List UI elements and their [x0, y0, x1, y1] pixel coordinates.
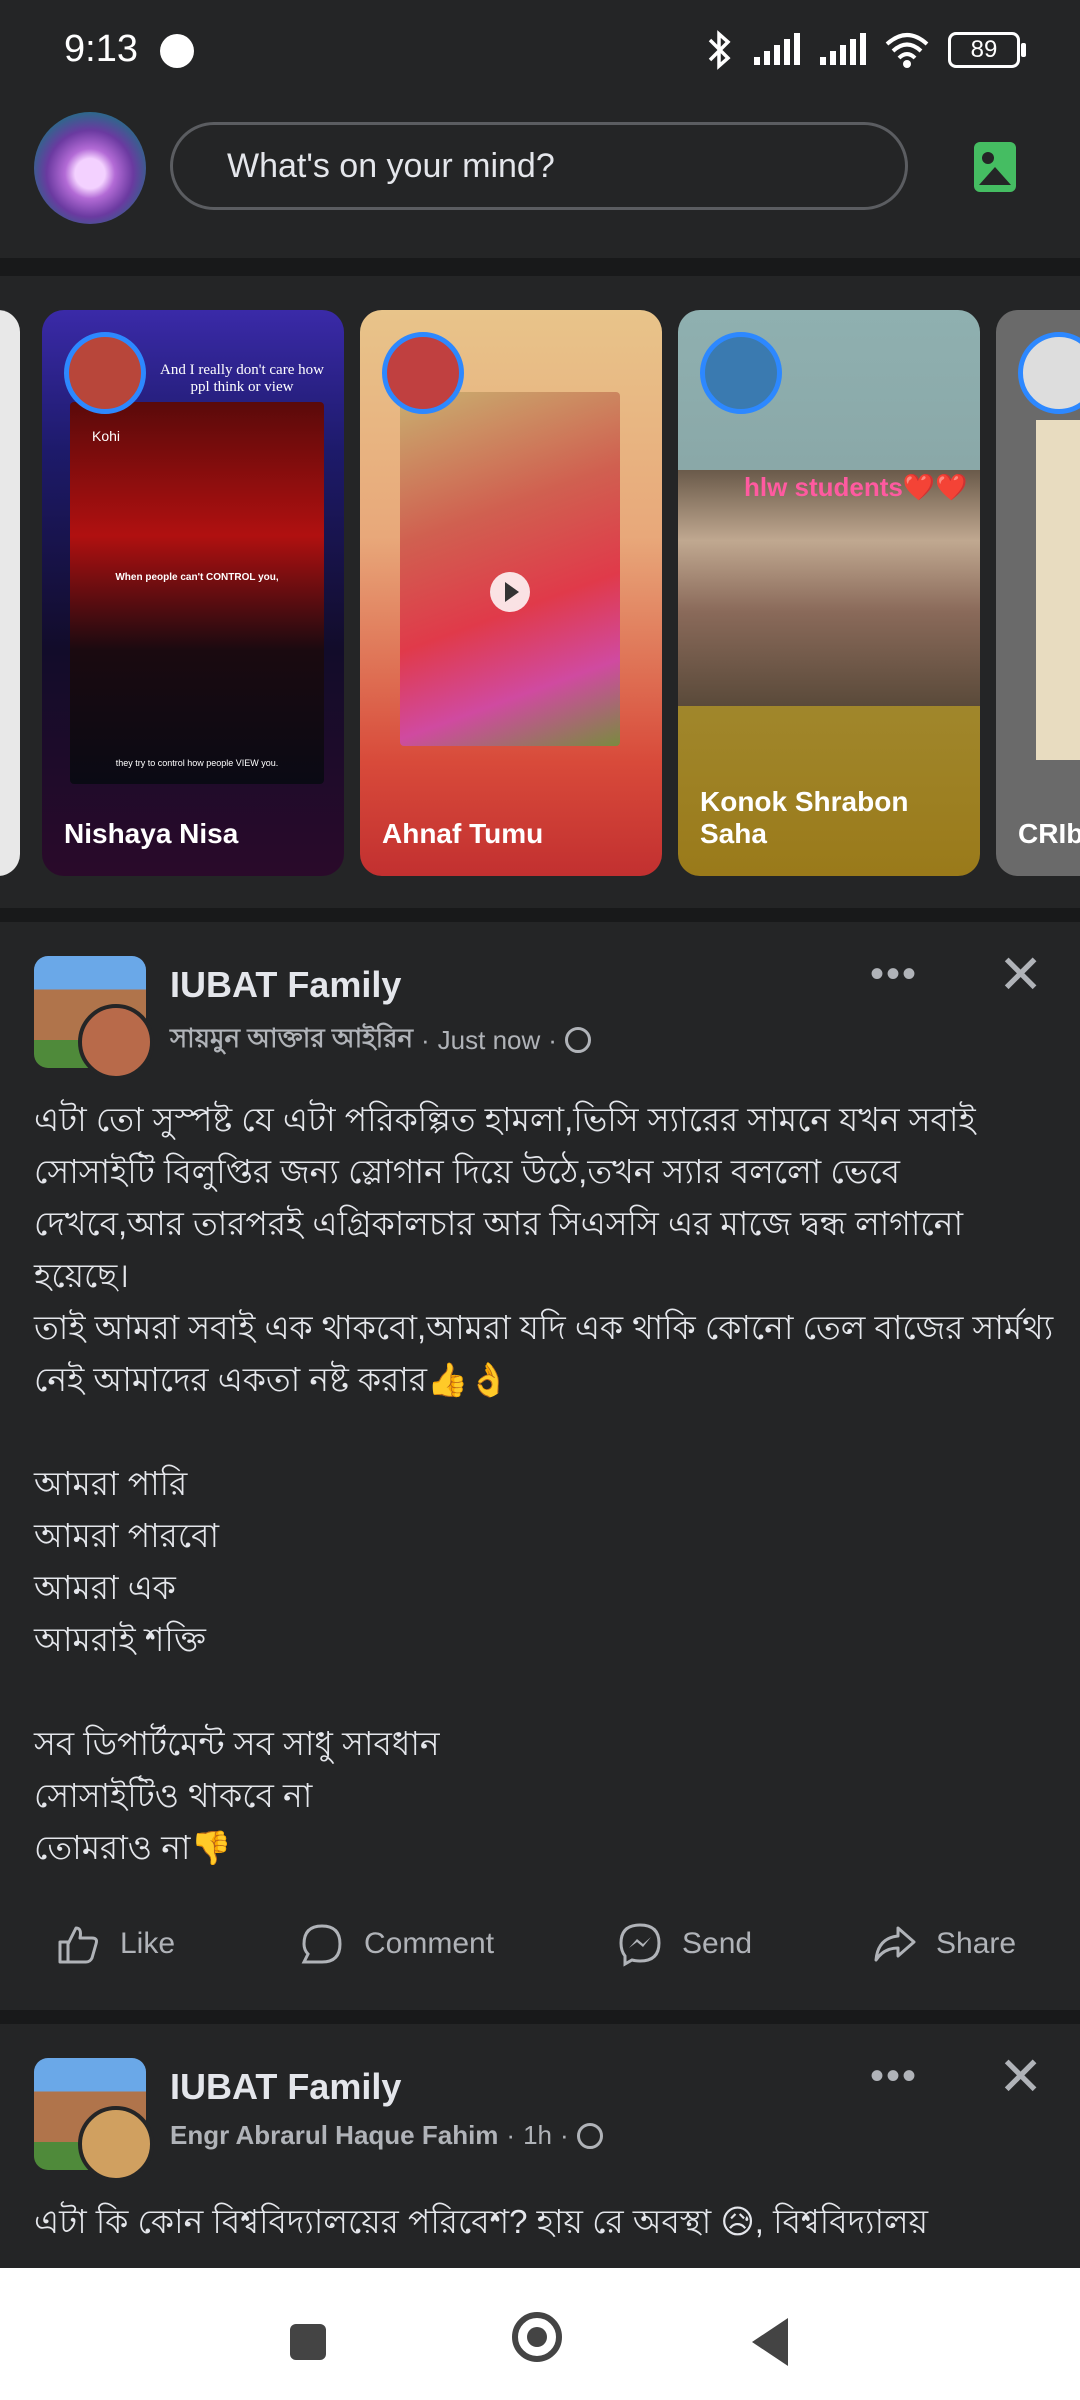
- story-thumbnail: [1036, 420, 1080, 760]
- author-avatar[interactable]: [78, 2106, 154, 2182]
- comment-label: Comment: [364, 1927, 495, 1960]
- messenger-notification-icon: [160, 34, 194, 68]
- signal-icon-2: [820, 33, 866, 65]
- status-bar: 9:13 89: [0, 0, 1080, 100]
- story-tag: Kohi: [92, 428, 121, 444]
- recents-button[interactable]: [290, 2324, 326, 2360]
- share-label: Share: [936, 1927, 1017, 1960]
- post-time[interactable]: 1h: [523, 2120, 552, 2151]
- story-card[interactable]: Ahnaf Tumu: [360, 310, 662, 876]
- system-navigation-bar: [0, 2268, 1080, 2400]
- like-icon: [58, 1926, 98, 1964]
- author-name[interactable]: Engr Abrarul Haque Fahim: [170, 2120, 498, 2151]
- comment-button[interactable]: Comment: [298, 1920, 494, 1968]
- meta-separator: ·: [560, 2120, 569, 2150]
- back-button[interactable]: [752, 2318, 788, 2366]
- send-label: Send: [682, 1927, 753, 1960]
- story-text: When people can't CONTROL you,: [115, 572, 279, 583]
- post-composer: What's on your mind?: [0, 100, 1080, 258]
- close-icon[interactable]: ✕: [998, 948, 1043, 1002]
- home-button[interactable]: [512, 2312, 562, 2362]
- battery-icon: 89: [948, 32, 1026, 68]
- status-icons: 89: [704, 30, 1026, 70]
- story-card-partial[interactable]: [0, 310, 20, 876]
- story-author-name: Ahnaf Tumu: [382, 818, 544, 849]
- section-divider: [0, 258, 1080, 276]
- author-avatar[interactable]: [78, 1004, 154, 1080]
- story-thumbnail: [678, 470, 980, 706]
- post-actions: Like Comment Send Share: [0, 1880, 1080, 2022]
- story-author-avatar: [64, 332, 146, 414]
- bluetooth-icon: [708, 30, 731, 70]
- story-author-avatar: [1018, 332, 1080, 414]
- story-author-name: CRIba: [1018, 818, 1080, 849]
- whats-on-your-mind-input[interactable]: What's on your mind?: [170, 122, 908, 210]
- story-author-name: Nishaya Nisa: [64, 818, 239, 849]
- profile-avatar[interactable]: [34, 112, 146, 224]
- status-time: 9:13: [64, 28, 138, 70]
- story-card[interactable]: And I really don't care how ppl think or…: [42, 310, 344, 876]
- signal-icon: [754, 33, 800, 65]
- more-options-button[interactable]: •••: [870, 2054, 918, 2099]
- group-name[interactable]: IUBAT Family: [170, 2066, 401, 2108]
- send-button[interactable]: Send: [616, 1920, 752, 1968]
- post-meta: Engr Abrarul Haque Fahim · 1h ·: [170, 2120, 603, 2151]
- meta-separator: ·: [548, 1024, 557, 1055]
- close-icon[interactable]: ✕: [998, 2050, 1043, 2104]
- like-label: Like: [120, 1927, 176, 1960]
- story-author-avatar: [382, 332, 464, 414]
- share-icon: [874, 1926, 916, 1962]
- story-text: they try to control how people VIEW you.: [115, 758, 279, 768]
- story-caption: And I really don't care how ppl think or…: [160, 362, 324, 395]
- meta-separator: ·: [420, 1024, 430, 1055]
- post-meta: সায়মুন আক্তার আইরিন · Just now ·: [170, 1018, 591, 1062]
- comment-icon: [301, 1924, 342, 1964]
- wifi-icon: [885, 33, 929, 68]
- stories-carousel[interactable]: And I really don't care how ppl think or…: [0, 278, 1080, 908]
- story-overlay-text: hlw students❤️❤️: [744, 472, 968, 502]
- feed-post: IUBAT Family সায়মুন আক্তার আইরিন · Just…: [0, 922, 1080, 2022]
- author-name[interactable]: সায়মুন আক্তার আইরিন: [170, 1018, 413, 1062]
- meta-separator: ·: [506, 2120, 516, 2150]
- story-thumbnail: [70, 402, 324, 784]
- story-card[interactable]: CRIba: [996, 310, 1080, 876]
- post-time[interactable]: Just now: [438, 1025, 541, 1056]
- section-divider: [0, 2010, 1080, 2024]
- section-divider: [0, 908, 1080, 922]
- like-button[interactable]: Like: [54, 1920, 175, 1968]
- messenger-icon: [619, 1923, 661, 1967]
- share-button[interactable]: Share: [870, 1920, 1016, 1968]
- audience-icon: [564, 1027, 591, 1053]
- more-options-button[interactable]: •••: [870, 952, 918, 997]
- group-name[interactable]: IUBAT Family: [170, 964, 401, 1006]
- story-thumbnail: [400, 392, 620, 746]
- photo-icon[interactable]: [974, 142, 1016, 192]
- post-text: এটা কি কোন বিশ্ববিদ্যালয়ের পরিবেশ? হায়…: [34, 2203, 929, 2240]
- feed-post: IUBAT Family Engr Abrarul Haque Fahim · …: [0, 2024, 1080, 2268]
- story-author-avatar: [700, 332, 782, 414]
- story-author-name: Konok Shrabon Saha: [700, 786, 909, 849]
- play-icon[interactable]: [490, 572, 530, 612]
- story-card[interactable]: hlw students❤️❤️ Konok Shrabon Saha: [678, 310, 980, 876]
- post-text: এটা তো সুস্পষ্ট যে এটা পরিকল্পিত হামলা,ভ…: [34, 1101, 1054, 1866]
- audience-icon: [576, 2122, 603, 2149]
